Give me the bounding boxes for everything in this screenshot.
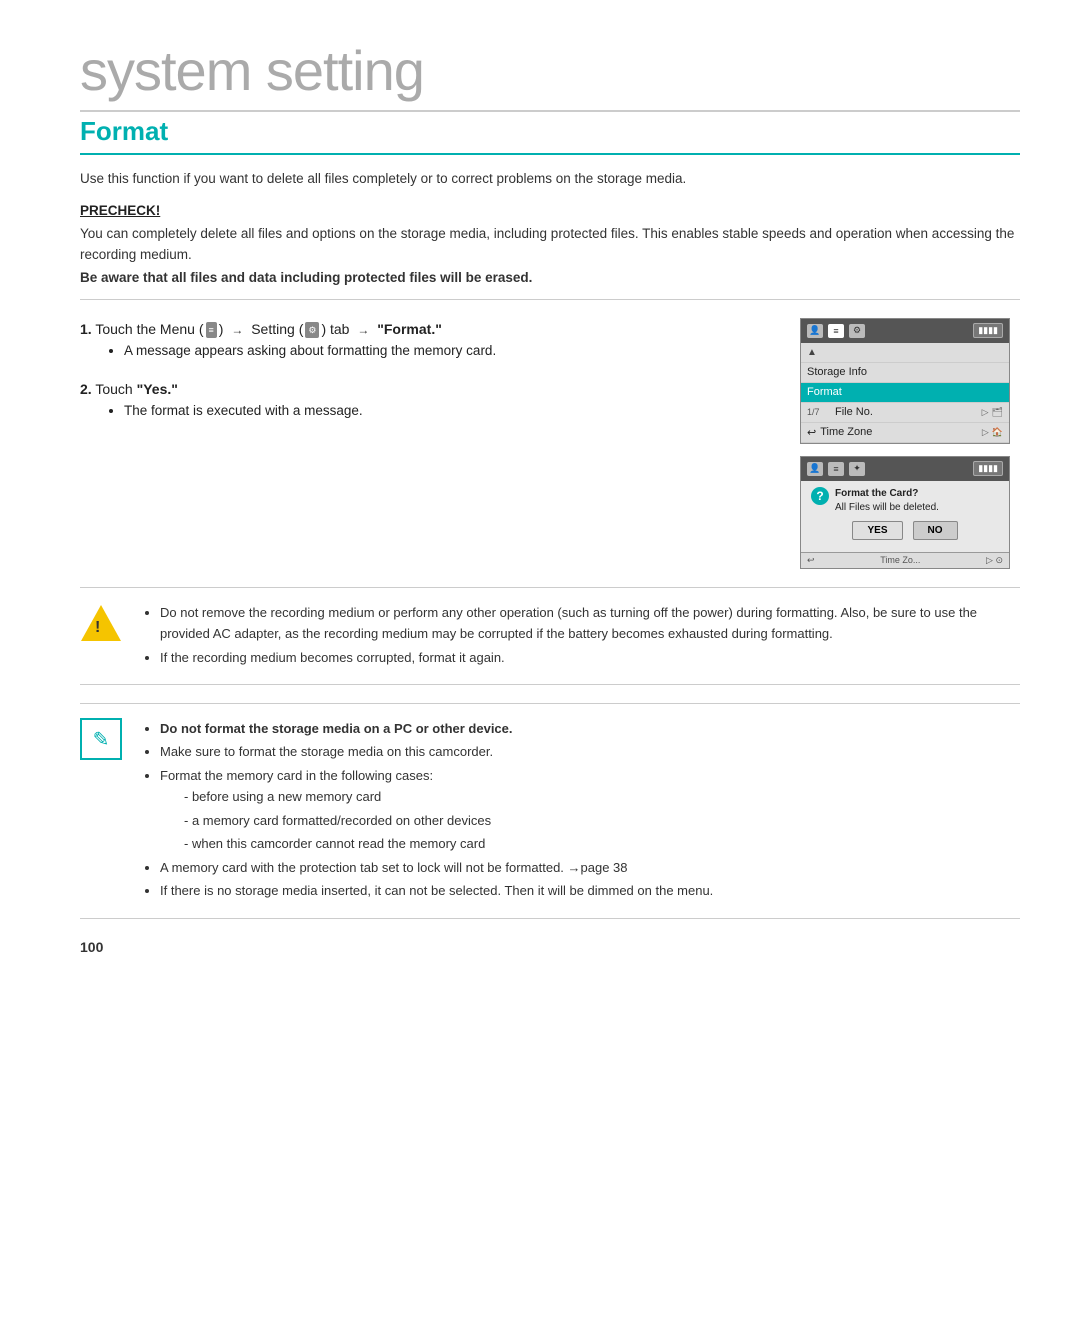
step-2-bullet-1: The format is executed with a message.	[124, 400, 770, 422]
cam-star-icon: ✦	[849, 462, 865, 476]
cam-menu-format: Format	[801, 383, 1009, 403]
cam-row-num: 1/7	[807, 407, 831, 417]
camera-screen-1: 👤 ≡ ⚙ ▮▮▮▮ ▲ Storage Info Format 1/7 F	[800, 318, 1010, 444]
cam-back-icon: ↩	[807, 426, 816, 439]
note-sub-item-1: before using a new memory card	[184, 786, 713, 807]
note-list: Do not format the storage media on a PC …	[160, 718, 713, 902]
cam-dialog-sub-text: All Files will be deleted.	[835, 502, 939, 513]
step-1-number: 1.	[80, 321, 92, 337]
cam-no-button[interactable]: NO	[913, 521, 958, 540]
cam-bottom-bar: ↩ Time Zo... ▷ ⊙	[801, 552, 1009, 568]
cam-file-no-icons: ▷ 🗂	[982, 407, 1003, 418]
cam-topbar-1: 👤 ≡ ⚙ ▮▮▮▮	[801, 319, 1009, 343]
cam-dialog-buttons: YES NO	[811, 521, 999, 540]
steps-content: 1. Touch the Menu (≡) → Setting (⚙) tab …	[80, 318, 770, 569]
precheck-text1: You can completely delete all files and …	[80, 224, 1020, 266]
cam-menu-icon: ≡	[828, 324, 844, 338]
cam-gear-icon: ⚙	[849, 324, 865, 338]
camera-screen-2: 👤 ≡ ✦ ▮▮▮▮ ? Format the Card? All Files …	[800, 456, 1010, 569]
cam-tz-home: 🏠	[992, 427, 1003, 438]
menu-icon: ≡	[206, 322, 217, 338]
step-2-number: 2.	[80, 381, 92, 397]
arrow-2: →	[357, 321, 369, 340]
cam-dialog-body: ? Format the Card? All Files will be del…	[801, 481, 1009, 552]
note-item-2: Make sure to format the storage media on…	[160, 741, 713, 762]
cam-menu-storage-info: Storage Info	[801, 363, 1009, 383]
cam-topbar-2: 👤 ≡ ✦ ▮▮▮▮	[801, 457, 1009, 481]
cam-file-no-label: File No.	[835, 406, 873, 418]
step-2-bullets: The format is executed with a message.	[104, 400, 770, 422]
steps-area: 1. Touch the Menu (≡) → Setting (⚙) tab …	[80, 318, 1020, 569]
warning-list: Do not remove the recording medium or pe…	[160, 602, 1020, 668]
page-title: system setting	[80, 40, 1020, 112]
cam-folder-icon: 🗂	[992, 407, 1003, 418]
cam-format-label: Format	[807, 386, 842, 398]
cam-time-zone-icons: ▷ 🏠	[982, 427, 1003, 438]
cam-back-icon-2: ↩	[807, 555, 815, 566]
step-2: 2. Touch "Yes." The format is executed w…	[80, 378, 770, 422]
intro-text: Use this function if you want to delete …	[80, 169, 1020, 189]
camera-screens: 👤 ≡ ⚙ ▮▮▮▮ ▲ Storage Info Format 1/7 F	[800, 318, 1020, 569]
cam-dialog-question: ? Format the Card? All Files will be del…	[811, 487, 999, 515]
cam-storage-label: Storage Info	[807, 366, 867, 378]
cam-menu-row-up: ▲	[801, 343, 1009, 363]
cam-bottom-icon: ▷ ⊙	[986, 555, 1003, 566]
cam-bottom-label: Time Zo...	[880, 555, 920, 566]
note-item-3: Format the memory card in the following …	[160, 765, 713, 855]
warning-icon	[80, 602, 122, 644]
section-heading: Format	[80, 116, 1020, 155]
note-sub-list: before using a new memory card a memory …	[184, 786, 713, 854]
cam-battery-1: ▮▮▮▮	[973, 323, 1003, 338]
note-icon: ✎	[80, 718, 122, 760]
warning-item-2: If the recording medium becomes corrupte…	[160, 647, 1020, 668]
note-text: Do not format the storage media on a PC …	[138, 718, 713, 904]
step-2-yes-label: "Yes."	[137, 381, 178, 397]
cam-dialog-question-text: Format the Card?	[835, 488, 918, 499]
note-box: ✎ Do not format the storage media on a P…	[80, 703, 1020, 919]
triangle-icon	[81, 605, 121, 641]
cam-topbar-icons-1: 👤 ≡ ⚙	[807, 324, 865, 338]
warning-item-1: Do not remove the recording medium or pe…	[160, 602, 1020, 645]
precheck-text2: Be aware that all files and data includi…	[80, 270, 1020, 300]
note-sub-item-3: when this camcorder cannot read the memo…	[184, 833, 713, 854]
step-1-bullets: A message appears asking about formattin…	[104, 340, 770, 362]
step-1-bullet-1: A message appears asking about formattin…	[124, 340, 770, 362]
cam-up-arrow: ▲	[807, 347, 817, 358]
warning-text: Do not remove the recording medium or pe…	[138, 602, 1020, 670]
page-number: 100	[80, 939, 1020, 955]
cam-menu-icon-2: ≡	[828, 462, 844, 476]
cam-time-zone-label: Time Zone	[820, 426, 872, 438]
setting-icon: ⚙	[305, 322, 319, 338]
cam-menu-file-no: 1/7 File No. ▷ 🗂	[801, 403, 1009, 423]
cam-person-icon: 👤	[807, 324, 823, 338]
cam-battery-2: ▮▮▮▮	[973, 461, 1003, 476]
cam-topbar-icons-2: 👤 ≡ ✦	[807, 462, 865, 476]
warning-box: Do not remove the recording medium or pe…	[80, 587, 1020, 685]
cam-question-icon: ?	[811, 487, 829, 505]
cam-tz-arrow: ▷	[982, 427, 989, 438]
arrow-1: →	[231, 321, 243, 340]
cam-yes-button[interactable]: YES	[852, 521, 902, 540]
cam-play-icon: ▷	[982, 407, 989, 418]
note-item-4: A memory card with the protection tab se…	[160, 857, 713, 878]
pencil-icon: ✎	[93, 727, 110, 752]
step-1-format-label: "Format."	[377, 321, 442, 337]
cam-menu-time-zone: ↩ Time Zone ▷ 🏠	[801, 423, 1009, 443]
step-1: 1. Touch the Menu (≡) → Setting (⚙) tab …	[80, 318, 770, 362]
cam-person-icon-2: 👤	[807, 462, 823, 476]
note-item-5: If there is no storage media inserted, i…	[160, 880, 713, 901]
note-sub-item-2: a memory card formatted/recorded on othe…	[184, 810, 713, 831]
note-item-1: Do not format the storage media on a PC …	[160, 718, 713, 739]
cam-dialog-text: Format the Card? All Files will be delet…	[835, 487, 939, 515]
precheck-label: PRECHECK!	[80, 203, 1020, 218]
note-item-1-bold: Do not format the storage media on a PC …	[160, 721, 513, 736]
